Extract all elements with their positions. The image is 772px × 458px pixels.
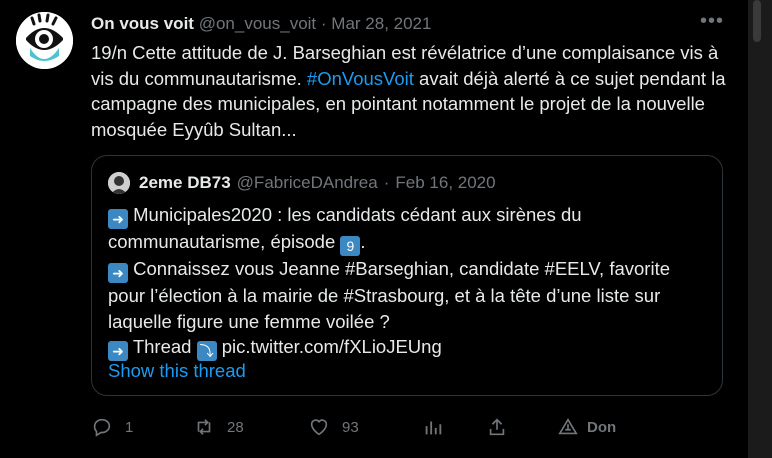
arrow-right-icon: ➜: [108, 341, 128, 361]
arrow-right-icon: ➜: [108, 209, 128, 229]
quote-header: 2eme DB73 @FabriceDAndrea · Feb 16, 2020: [108, 172, 496, 194]
author-name[interactable]: On vous voit: [91, 14, 194, 33]
header-separator: ·: [320, 14, 327, 33]
share-button[interactable]: [486, 416, 508, 438]
quote-text-part: Connaissez vous Jeanne #Barseghian, cand…: [108, 258, 671, 332]
tweet-date[interactable]: Mar 28, 2021: [331, 14, 431, 33]
eye-logo-icon: [16, 12, 73, 69]
quote-separator: ·: [383, 173, 390, 192]
arrow-down-icon: ⤵: [196, 341, 217, 361]
retweet-count: 28: [227, 418, 244, 436]
quote-date[interactable]: Feb 16, 2020: [395, 173, 495, 193]
hashtag-link[interactable]: #OnVousVoit: [307, 68, 414, 89]
share-icon: [489, 418, 505, 436]
retweet-button[interactable]: 28: [193, 416, 244, 438]
quote-handle[interactable]: @FabriceDAndrea: [237, 173, 378, 193]
donate-label: Don: [587, 418, 617, 436]
quote-author-name[interactable]: 2eme DB73: [139, 173, 231, 193]
analytics-icon: [425, 421, 442, 435]
show-thread-link[interactable]: Show this thread: [108, 360, 246, 382]
reply-icon: [93, 418, 111, 437]
keycap-9-icon: 9: [340, 236, 361, 256]
more-icon[interactable]: •••: [700, 10, 724, 33]
like-icon: [310, 419, 328, 436]
quote-avatar[interactable]: [108, 172, 130, 194]
quote-pic-link[interactable]: pic.twitter.com/fXLioJEUng: [222, 336, 442, 357]
scrollbar-thumb[interactable]: [753, 0, 761, 42]
like-count: 93: [342, 418, 359, 436]
quote-text-part: Thread: [132, 336, 192, 357]
tweet-header: On vous voit @on_vous_voit · Mar 28, 202…: [91, 14, 431, 34]
reply-count: 1: [125, 418, 134, 436]
quote-line: ➜ Connaissez vous Jeanne #Barseghian, ca…: [108, 256, 708, 334]
quote-text-part: .: [360, 231, 366, 252]
reply-button[interactable]: 1: [91, 416, 133, 438]
like-button[interactable]: 93: [308, 416, 359, 438]
quote-line: ➜ Thread ⤵ pic.twitter.com/fXLioJEUng: [108, 334, 708, 361]
quoted-tweet[interactable]: 2eme DB73 @FabriceDAndrea · Feb 16, 2020…: [91, 155, 723, 396]
author-avatar[interactable]: [16, 12, 73, 69]
author-handle[interactable]: @on_vous_voit: [199, 14, 316, 33]
scrollbar[interactable]: [748, 0, 772, 458]
quote-line: ➜ Municipales2020 : les candidats cédant…: [108, 202, 708, 256]
arrow-right-icon: ➜: [108, 263, 128, 283]
retweet-icon: [197, 419, 211, 435]
quote-text: ➜ Municipales2020 : les candidats cédant…: [108, 202, 708, 361]
analytics-button[interactable]: [422, 416, 444, 438]
action-bar: 1 28 93 Don: [91, 416, 651, 440]
donate-button[interactable]: Don: [557, 416, 616, 438]
portrait-icon: [108, 172, 130, 194]
donate-icon: [558, 418, 578, 435]
tweet-text: 19/n Cette attitude de J. Barseghian est…: [91, 40, 731, 142]
